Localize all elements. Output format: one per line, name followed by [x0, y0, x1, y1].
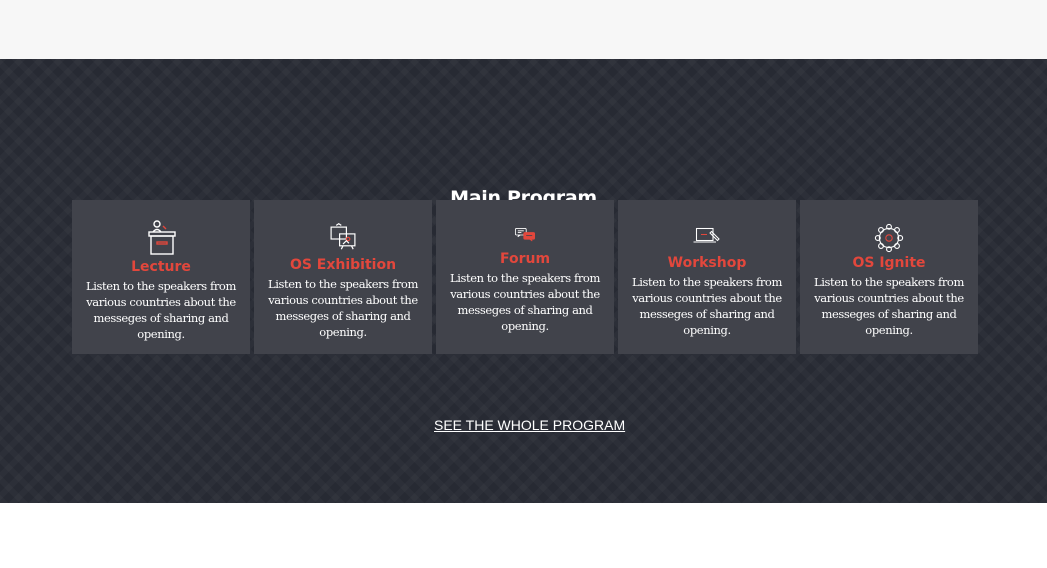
card-title: OS Exhibition [289, 257, 397, 273]
card-workshop[interactable]: Workshop Listen to the speakers from var… [618, 200, 796, 354]
card-forum[interactable]: Forum Listen to the speakers from variou… [436, 200, 614, 354]
card-lecture[interactable]: Lecture Listen to the speakers from vari… [72, 200, 250, 354]
card-description: Listen to the speakers from various coun… [268, 277, 418, 339]
card-title: Lecture [131, 259, 191, 275]
program-cards: Lecture Listen to the speakers from vari… [72, 200, 978, 354]
card-title: OS Ignite [852, 255, 926, 271]
network-circle-icon [874, 223, 904, 253]
see-whole-program-link[interactable]: SEE THE WHOLE PROGRAM [433, 416, 626, 434]
chat-bubbles-icon [514, 227, 536, 242]
card-title: Forum [499, 251, 551, 267]
exhibition-screens-icon [330, 222, 356, 250]
card-os-exhibition[interactable]: OS Exhibition Listen to the speakers fro… [254, 200, 432, 354]
lectern-speaker-icon [148, 220, 176, 255]
main-program-section: Main Program Lecture Listen to the speak… [0, 59, 1047, 503]
card-description: Listen to the speakers from various coun… [86, 279, 236, 341]
card-description: Listen to the speakers from various coun… [814, 275, 964, 337]
card-os-ignite[interactable]: OS Ignite Listen to the speakers from va… [800, 200, 978, 354]
card-description: Listen to the speakers from various coun… [450, 271, 600, 333]
top-band [0, 0, 1047, 59]
laptop-pen-icon [693, 227, 720, 243]
card-description: Listen to the speakers from various coun… [632, 275, 782, 337]
card-title: Workshop [667, 255, 747, 271]
